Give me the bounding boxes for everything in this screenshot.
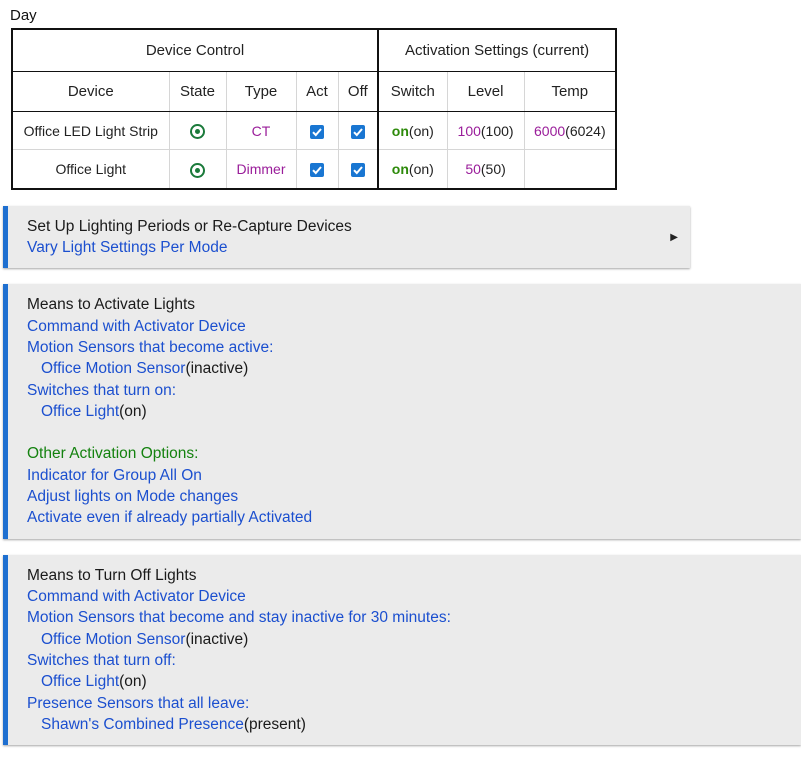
switch-current: (on) (408, 122, 434, 139)
activate-title: Means to Activate Lights (27, 296, 196, 313)
switch-setting: on (391, 161, 409, 178)
switch-setting: on (391, 122, 409, 139)
header-activation-settings: Activation Settings (current) (377, 28, 617, 72)
col-type: Type (225, 70, 297, 113)
temp-cell[interactable]: 6000(6024) (523, 111, 617, 151)
device-name[interactable]: Office LED Light Strip (11, 111, 170, 151)
off-checkbox[interactable] (350, 124, 365, 139)
activate-switch-link[interactable]: Switches that turn on: (27, 380, 176, 401)
type-cell[interactable]: CT (225, 111, 297, 151)
level-current: (50) (480, 161, 506, 178)
col-temp: Temp (523, 70, 617, 113)
other-options-link[interactable]: Other Activation Options: (27, 443, 198, 464)
activate-switch-device: Office Light(on) (41, 403, 147, 420)
off-cell[interactable] (337, 111, 379, 151)
switch-current: (on) (408, 161, 434, 178)
temp-cell[interactable] (523, 149, 617, 190)
off-switch-device: Office Light(on) (41, 673, 147, 690)
header-device-control: Device Control (11, 28, 379, 72)
adjust-mode-link[interactable]: Adjust lights on Mode changes (27, 486, 238, 507)
level-cell[interactable]: 100(100) (446, 111, 525, 151)
activate-motion-device: Office Motion Sensor(inactive) (41, 360, 249, 377)
state-cell[interactable] (168, 149, 227, 190)
activate-command-link[interactable]: Command with Activator Device (27, 316, 246, 337)
off-presence-link[interactable]: Presence Sensors that all leave: (27, 693, 249, 714)
level-current: (100) (480, 122, 514, 139)
device-name[interactable]: Office Light (11, 149, 170, 190)
state-on-icon[interactable] (190, 162, 205, 178)
activate-panel: Means to Activate Lights Command with Ac… (3, 284, 801, 539)
level-setting: 100 (457, 122, 481, 139)
off-presence-device: Shawn's Combined Presence(present) (41, 716, 306, 733)
act-cell[interactable] (295, 111, 339, 151)
act-checkbox[interactable] (310, 124, 324, 139)
col-state: State (168, 70, 227, 113)
off-motion-link[interactable]: Motion Sensors that become and stay inac… (27, 607, 451, 628)
device-table: Device Control Activation Settings (curr… (11, 28, 618, 190)
table-row: Office LED Light Strip CT on(on) 100(100… (11, 111, 617, 151)
off-title: Means to Turn Off Lights (27, 567, 197, 584)
switch-cell[interactable]: on(on) (377, 111, 448, 151)
indicator-link[interactable]: Indicator for Group All On (27, 465, 202, 486)
off-cell[interactable] (337, 149, 379, 190)
col-device: Device (11, 70, 170, 113)
act-checkbox[interactable] (310, 163, 324, 178)
activate-even-link[interactable]: Activate even if already partially Activ… (27, 507, 312, 528)
activate-motion-link[interactable]: Motion Sensors that become active: (27, 337, 273, 358)
col-act: Act (295, 70, 339, 113)
temp-setting: 6000 (534, 122, 566, 139)
expand-arrow-icon[interactable]: ▶ (670, 232, 678, 243)
page-title: Day (10, 7, 37, 24)
temp-current: (6024) (565, 122, 606, 139)
act-cell[interactable] (295, 149, 339, 190)
state-cell[interactable] (168, 111, 227, 151)
setup-title: Set Up Lighting Periods or Re-Capture De… (27, 218, 352, 235)
off-motion-device: Office Motion Sensor(inactive) (41, 631, 249, 648)
setup-panel[interactable]: Set Up Lighting Periods or Re-Capture De… (3, 206, 690, 268)
off-switch-link[interactable]: Switches that turn off: (27, 650, 176, 671)
off-command-link[interactable]: Command with Activator Device (27, 586, 246, 607)
col-off: Off (337, 70, 379, 113)
switch-cell[interactable]: on(on) (377, 149, 448, 190)
col-level: Level (446, 70, 525, 113)
level-cell[interactable]: 50(50) (446, 149, 525, 190)
turn-off-panel: Means to Turn Off Lights Command with Ac… (3, 555, 801, 745)
state-on-icon[interactable] (190, 124, 205, 140)
level-setting: 50 (465, 161, 481, 178)
off-checkbox[interactable] (350, 163, 365, 178)
vary-settings-link[interactable]: Vary Light Settings Per Mode (27, 237, 227, 258)
col-switch: Switch (377, 70, 448, 113)
table-row: Office Light Dimmer on(on) 50(50) (11, 149, 617, 190)
type-cell[interactable]: Dimmer (225, 149, 297, 190)
